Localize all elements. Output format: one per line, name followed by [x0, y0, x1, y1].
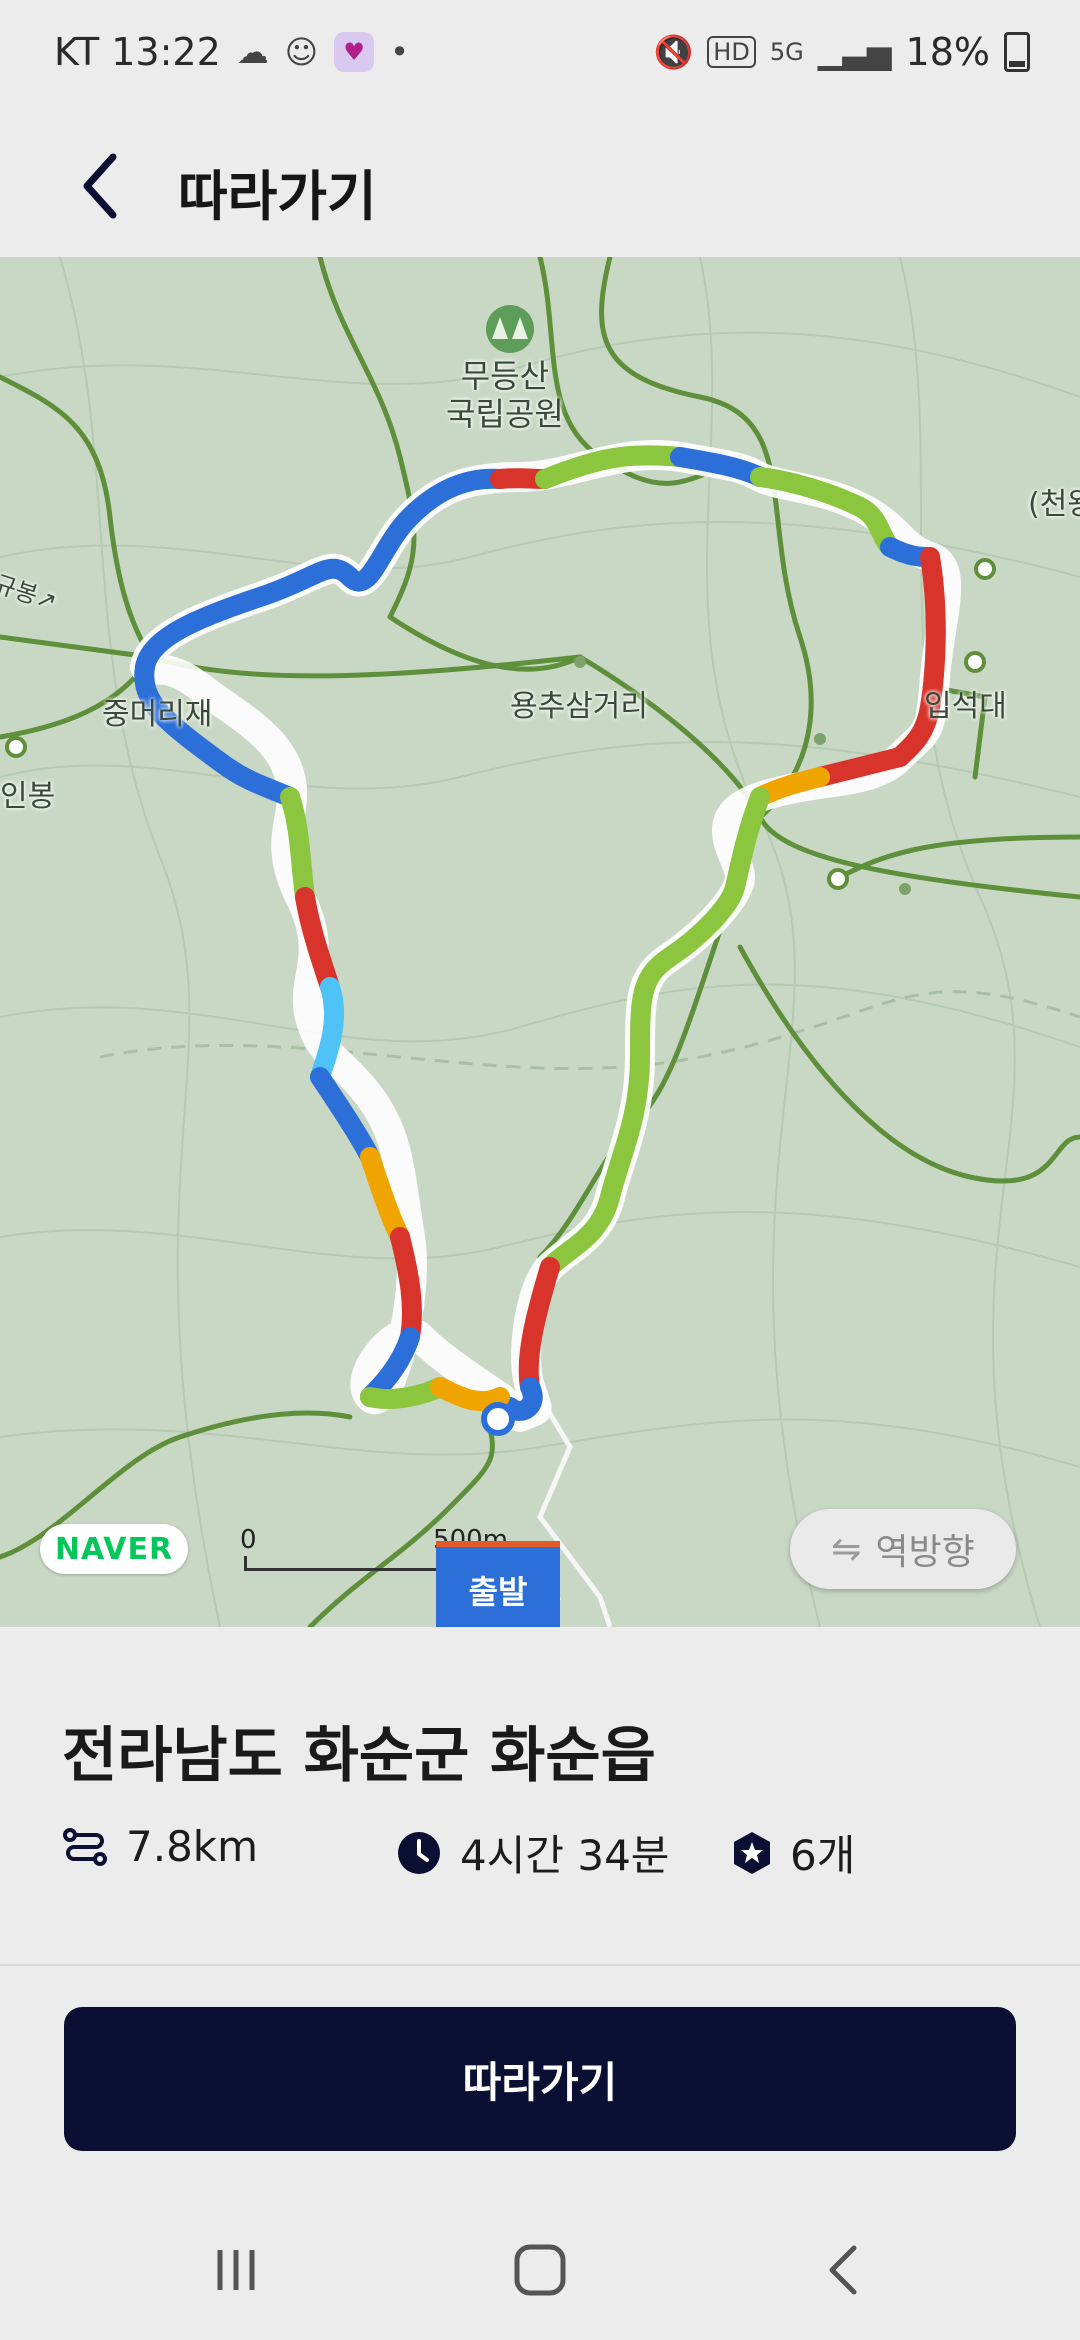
signal-icon: ▁▃▅	[817, 33, 892, 71]
park-label: 무등산 국립공원	[446, 357, 564, 433]
battery-level: 18%	[905, 30, 990, 74]
follow-button[interactable]: 따라가기	[64, 2007, 1016, 2151]
battery-icon	[1004, 32, 1030, 72]
route-icon	[63, 1827, 107, 1866]
reverse-label: 역방향	[875, 1532, 975, 1573]
page-title: 따라가기	[178, 165, 377, 228]
mute-icon: 🔇	[653, 33, 694, 71]
notification-icon: ☁	[236, 33, 269, 71]
duration-value: 4시간 34분	[460, 1831, 670, 1880]
more-dot-icon: •	[390, 33, 410, 71]
checkpoint-value: 6개	[790, 1831, 856, 1880]
duration-stat: 4시간 34분	[396, 1822, 669, 1883]
naver-logo: NAVER	[40, 1524, 188, 1574]
route-map[interactable]: 무등산 국립공원 용추삼거리 중머리재 입석대 인봉 (천왕 규봉↗ NAVER…	[0, 257, 1080, 1627]
home-icon	[514, 2244, 566, 2296]
peak-left-label: 인봉	[0, 779, 56, 814]
badge-star-icon	[734, 1831, 770, 1874]
swap-arrows-icon: ⇋	[831, 1528, 862, 1570]
edge-right-label: (천왕	[1028, 487, 1080, 522]
junction-label: 용추삼거리	[510, 689, 648, 724]
status-left: KT 13:22 ☁ ☺ ♥ •	[54, 30, 409, 74]
hd-icon: HD	[707, 36, 756, 68]
peak-right-label: 입석대	[924, 689, 1007, 724]
start-marker[interactable]: 출발	[436, 1541, 560, 1627]
route-stats: 7.8km 4시간 34분 6개	[62, 1822, 1022, 1892]
app-heart-icon: ♥	[334, 32, 375, 72]
pass-label: 중머리재	[102, 697, 213, 732]
clock-icon	[398, 1831, 440, 1874]
checkpoint-stat: 6개	[732, 1822, 855, 1883]
network-icon: 5G	[769, 38, 804, 66]
reverse-direction-button[interactable]: ⇋ 역방향	[790, 1509, 1016, 1589]
location-title: 전라남도 화순군 화순읍	[62, 1721, 656, 1791]
map-canvas	[0, 257, 1080, 1627]
back-button[interactable]	[62, 146, 142, 226]
distance-value: 7.8km	[126, 1822, 259, 1871]
distance-stat: 7.8km	[62, 1822, 258, 1871]
scale-start: 0	[240, 1525, 257, 1555]
system-nav-bar	[0, 2200, 1080, 2340]
recent-apps-icon	[217, 2250, 255, 2290]
back-arrow-icon	[829, 2245, 857, 2295]
status-right: 🔇 HD 5G ▁▃▅ 18%	[653, 30, 1030, 74]
recent-apps-button[interactable]	[186, 2230, 286, 2310]
app-header: 따라가기	[0, 112, 1080, 257]
person-icon: ☺	[284, 33, 319, 71]
divider	[0, 1964, 1080, 1966]
chevron-left-icon	[83, 153, 117, 219]
system-back-button[interactable]	[794, 2230, 894, 2310]
status-bar: KT 13:22 ☁ ☺ ♥ • 🔇 HD 5G ▁▃▅ 18%	[0, 0, 1080, 112]
home-button[interactable]	[490, 2230, 590, 2310]
carrier-time: KT 13:22	[54, 30, 221, 74]
